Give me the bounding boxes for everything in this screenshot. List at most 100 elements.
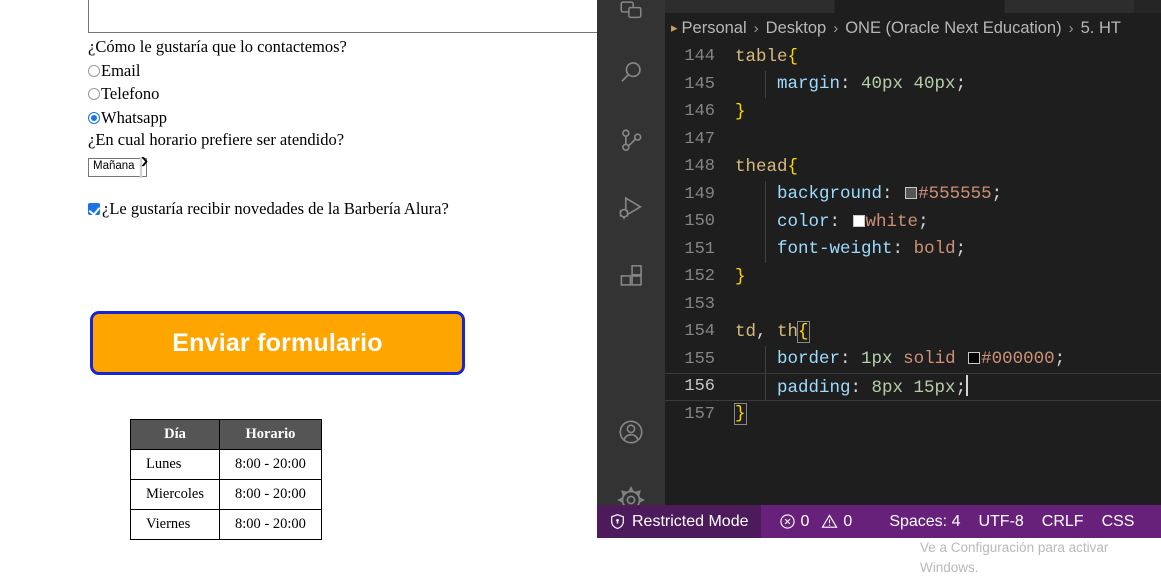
table-header-dia: Día (130, 419, 220, 450)
code-line-154[interactable]: 154 td, th{ (665, 318, 1161, 346)
table-cell-time: 8:00 - 20:00 (218, 449, 322, 480)
code-token: #555555 (918, 184, 992, 205)
status-language-mode[interactable]: CSS (1093, 505, 1144, 538)
code-token: ; (1054, 349, 1066, 370)
table-row: Miercoles 8:00 - 20:00 (130, 479, 322, 510)
activity-item-source-control[interactable] (597, 106, 665, 174)
code-line-149[interactable]: 149 background: #555555; (665, 180, 1161, 208)
editor-tab[interactable] (1005, 0, 1135, 13)
line-number: 157 (684, 404, 715, 424)
status-indentation[interactable]: Spaces: 4 (880, 505, 969, 538)
activity-item-search[interactable] (597, 38, 665, 106)
radio-telefono-label: Telefono (101, 84, 160, 103)
breadcrumb-item-personal[interactable]: Personal (682, 19, 747, 38)
activity-item-accounts[interactable] (597, 398, 665, 466)
code-token: ; (955, 239, 967, 260)
chevron-down-icon: ❯ (139, 156, 149, 178)
code-line-147[interactable]: 147 (665, 126, 1161, 154)
status-restricted-mode[interactable]: Restricted Mode (597, 505, 761, 538)
line-number: 145 (684, 74, 715, 94)
code-token: 8px 15px (871, 378, 956, 399)
newsletter-checkbox-row[interactable]: ¿Le gustaría recibir novedades de la Bar… (88, 200, 608, 218)
radio-email-label: Email (101, 60, 141, 80)
table-row: Lunes 8:00 - 20:00 (130, 449, 322, 480)
text-cursor (966, 375, 969, 397)
line-number: 144 (684, 47, 715, 67)
line-number: 149 (684, 184, 715, 204)
code-line-151[interactable]: 151 font-weight: bold; (665, 235, 1161, 263)
code-line-146[interactable]: 146} (665, 98, 1161, 126)
code-line-148[interactable]: 148 thead{ (665, 153, 1161, 181)
radio-option-email[interactable]: Email (88, 60, 608, 80)
code-text: color: white; (725, 212, 929, 232)
code-line-144[interactable]: 144 table{ (665, 43, 1161, 71)
code-line-150[interactable]: 150 color: white; (665, 208, 1161, 236)
activity-item-explorer[interactable] (597, 0, 665, 38)
newsletter-checkbox[interactable] (88, 202, 100, 215)
code-text: font-weight: bold; (725, 239, 966, 259)
radio-whatsapp-input[interactable] (88, 111, 100, 124)
code-line-153[interactable]: 153 (665, 291, 1161, 319)
code-token: margin (777, 74, 841, 95)
code-text: } (725, 403, 747, 426)
status-eol[interactable]: CRLF (1033, 505, 1093, 538)
code-line-152[interactable]: 152} (665, 263, 1161, 291)
line-number: 151 (684, 239, 715, 259)
code-line-157[interactable]: 157} (665, 401, 1161, 429)
code-token: border (777, 349, 841, 370)
radio-option-telefono[interactable]: Telefono (88, 84, 608, 103)
code-line-145[interactable]: 145 margin: 40px 40px; (665, 70, 1161, 98)
activity-bar (597, 0, 665, 538)
code-token: thead (735, 156, 788, 177)
warning-triangle-icon (821, 513, 838, 530)
code-token: : (840, 74, 862, 95)
radio-option-whatsapp[interactable]: Whatsapp (88, 109, 608, 127)
line-number: 152 (684, 267, 715, 287)
code-token: 40px 40px (861, 74, 956, 95)
submit-form-button[interactable]: Enviar formulario (90, 311, 465, 375)
code-token: table (735, 46, 788, 67)
schedule-select-value: Mañana (93, 160, 135, 173)
code-token: { (797, 320, 810, 343)
shield-icon (609, 513, 626, 530)
code-editor[interactable]: 144 table{145 margin: 40px 40px; 146} 147 14… (665, 43, 1161, 538)
breadcrumb-item-one[interactable]: ONE (Oracle Next Education) (845, 19, 1061, 38)
code-token: 1px (861, 349, 893, 370)
schedule-select[interactable]: Mañana ❯ (88, 156, 149, 178)
table-header-horario: Horario (218, 419, 322, 450)
code-text: } (725, 102, 746, 122)
code-token: { (787, 46, 799, 67)
table-cell-time: 8:00 - 20:00 (218, 479, 322, 510)
editor-tab-active[interactable] (835, 0, 1005, 13)
code-line-155[interactable]: 155 border: 1px solid #000000; (665, 345, 1161, 373)
line-number: 155 (684, 349, 715, 369)
code-token: white (865, 211, 919, 232)
activity-item-run-debug[interactable] (597, 174, 665, 242)
code-text: background: #555555; (725, 184, 1002, 204)
editor-tab[interactable] (665, 0, 835, 13)
code-token: , (756, 321, 778, 342)
code-token: bold (913, 239, 956, 260)
editor-tab-strip (665, 0, 1161, 13)
radio-email-input[interactable] (88, 64, 100, 77)
breadcrumb-item-folder5[interactable]: 5. HT (1081, 19, 1121, 38)
radio-telefono-input[interactable] (88, 88, 100, 101)
status-encoding[interactable]: UTF-8 (969, 505, 1032, 538)
message-textarea[interactable] (88, 0, 606, 33)
status-problems[interactable]: 0 0 (761, 505, 867, 538)
code-line-156[interactable]: 156 padding: 8px 15px; (665, 373, 1161, 401)
warning-count: 0 (843, 512, 853, 530)
breadcrumb-item-desktop[interactable]: Desktop (766, 19, 827, 38)
contact-form: ¿Cómo le gustaría que lo contactemos? Em… (88, 0, 608, 217)
code-token: : (829, 211, 851, 232)
code-token: font-weight (777, 239, 893, 260)
breadcrumb-separator: › (833, 19, 839, 37)
code-token: ; (918, 211, 929, 232)
activity-item-extensions[interactable] (597, 242, 665, 310)
